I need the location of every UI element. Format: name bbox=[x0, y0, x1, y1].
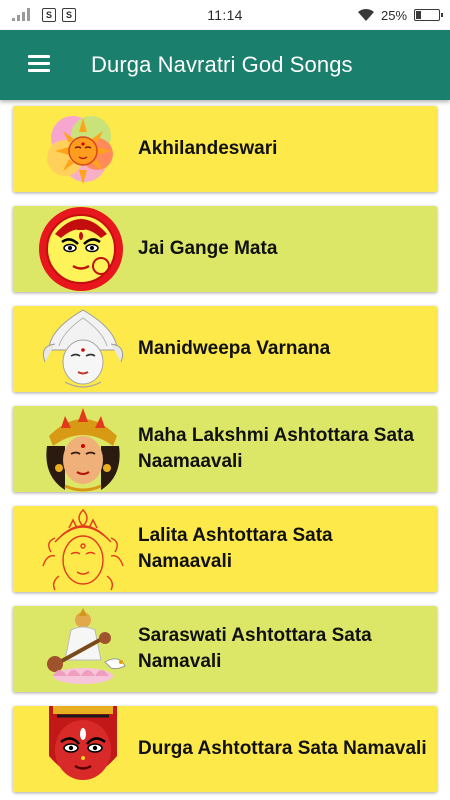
app-bar: Durga Navratri God Songs bbox=[0, 30, 450, 100]
song-title: Akhilandeswari bbox=[138, 138, 278, 159]
goddess-crown-white-image bbox=[42, 309, 124, 388]
sun-goddess-flower-image bbox=[47, 116, 113, 184]
list-item[interactable]: Saraswati Ashtottara Sata Namavali bbox=[13, 606, 437, 692]
battery-percent: 25% bbox=[381, 8, 408, 23]
list-item[interactable]: Lalita Ashtottara Sata Namaavali bbox=[13, 506, 437, 592]
song-title: Lalita Ashtottara Sata Namaavali bbox=[138, 525, 333, 572]
saraswati-veena-image bbox=[47, 608, 126, 684]
battery-fill bbox=[416, 11, 421, 19]
durga-red-face-image bbox=[49, 706, 117, 780]
song-title: Manidweepa Varnana bbox=[138, 338, 331, 359]
lakshmi-face-image bbox=[46, 408, 120, 492]
page-title: Durga Navratri God Songs bbox=[91, 52, 353, 77]
durga-face-circle-image bbox=[39, 207, 123, 291]
list-item[interactable]: Akhilandeswari bbox=[13, 106, 437, 192]
song-title: Jai Gange Mata bbox=[138, 238, 278, 259]
song-title: Durga Ashtottara Sata Namavali bbox=[138, 738, 427, 759]
hamburger-menu-icon[interactable] bbox=[16, 51, 50, 79]
song-title: Maha Lakshmi Ashtottara Sata Naamaavali bbox=[138, 425, 414, 472]
song-list[interactable]: Akhilandeswari Jai Gange Mata Manidweepa… bbox=[0, 100, 450, 800]
song-title: Saraswati Ashtottara Sata Namavali bbox=[138, 625, 372, 672]
wifi-icon bbox=[358, 8, 374, 21]
status-bar: S S 11:14 25% bbox=[0, 0, 450, 30]
list-item[interactable]: Manidweepa Varnana bbox=[13, 306, 437, 392]
list-item[interactable]: Maha Lakshmi Ashtottara Sata Naamaavali bbox=[13, 406, 437, 492]
battery-icon bbox=[414, 9, 443, 21]
list-item[interactable]: Jai Gange Mata bbox=[13, 206, 437, 292]
list-item[interactable]: Durga Ashtottara Sata Namavali bbox=[13, 706, 437, 792]
lalita-line-art-image bbox=[42, 509, 124, 591]
